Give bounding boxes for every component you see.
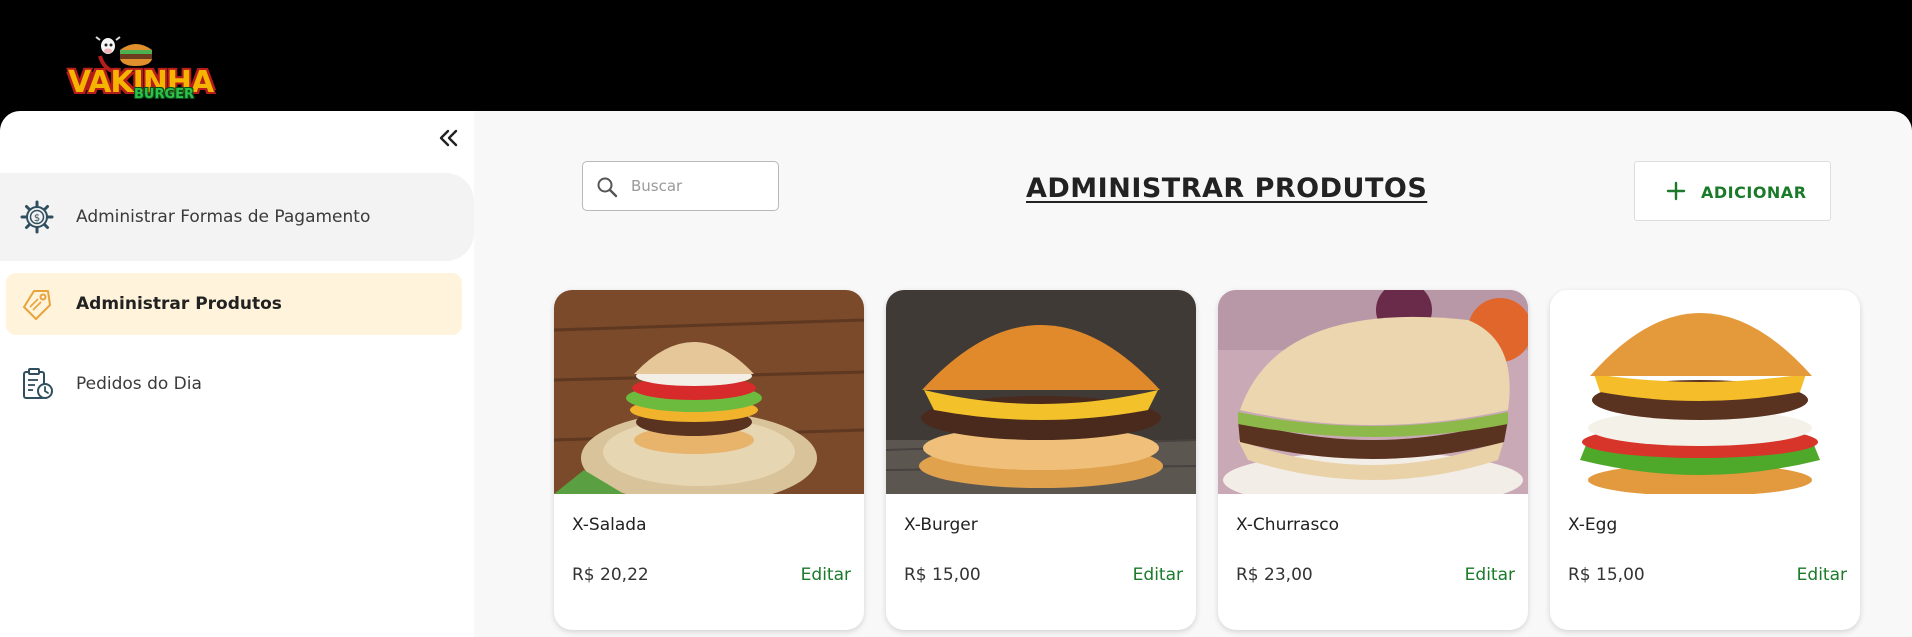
top-header: VAKINHA BURGER [0, 0, 1912, 111]
product-card: X-Burger R$ 15,00 Editar [886, 290, 1196, 630]
product-photo-x-churrasco [1218, 290, 1528, 494]
product-name: X-Churrasco [1236, 515, 1340, 535]
sidebar-item-label: Administrar Produtos [76, 294, 282, 314]
sidebar-item-daily-orders[interactable]: Pedidos do Dia [0, 351, 474, 417]
product-card: X-Egg R$ 15,00 Editar [1550, 290, 1860, 630]
brand-subtitle: BURGER [134, 87, 195, 102]
edit-product-button[interactable]: Editar [1797, 565, 1847, 585]
edit-product-button[interactable]: Editar [1465, 565, 1515, 585]
product-price: R$ 23,00 [1236, 565, 1313, 585]
sidebar-item-label: Pedidos do Dia [76, 374, 202, 394]
svg-text:$: $ [34, 213, 40, 224]
edit-product-button[interactable]: Editar [1133, 565, 1183, 585]
product-photo-x-burger [886, 290, 1196, 494]
product-tag-icon [23, 290, 51, 320]
collapse-sidebar-button[interactable] [436, 125, 462, 151]
main-content: ADMINISTRAR PRODUTOS ADICIONAR X-Salada … [474, 111, 1912, 637]
search-icon [597, 177, 618, 198]
add-product-button[interactable]: ADICIONAR [1634, 161, 1831, 221]
add-button-label: ADICIONAR [1701, 183, 1807, 202]
orders-clipboard-icon [23, 368, 53, 399]
sidebar-item-products[interactable]: Administrar Produtos [6, 273, 462, 335]
product-name: X-Burger [904, 515, 978, 535]
sidebar-item-payment-methods[interactable]: $ Administrar Formas de Pagamento [0, 173, 474, 261]
product-price: R$ 15,00 [904, 565, 981, 585]
product-card: X-Churrasco R$ 23,00 Editar [1218, 290, 1528, 630]
brand-logo[interactable]: VAKINHA BURGER [66, 36, 214, 102]
sidebar-item-label: Administrar Formas de Pagamento [76, 207, 371, 227]
search-box[interactable] [582, 161, 779, 211]
product-photo-x-egg [1550, 290, 1860, 494]
product-price: R$ 20,22 [572, 565, 649, 585]
product-name: X-Salada [572, 515, 647, 535]
product-name: X-Egg [1568, 515, 1618, 535]
page-title: ADMINISTRAR PRODUTOS [1026, 173, 1428, 204]
payment-gear-icon: $ [20, 200, 54, 234]
product-photo-x-salada [554, 290, 864, 494]
edit-product-button[interactable]: Editar [801, 565, 851, 585]
search-input[interactable] [631, 174, 771, 198]
product-card: X-Salada R$ 20,22 Editar [554, 290, 864, 630]
plus-icon [1666, 181, 1686, 201]
double-chevron-left-icon [439, 129, 458, 147]
product-price: R$ 15,00 [1568, 565, 1645, 585]
sidebar: $ Administrar Formas de Pagamento Admini… [0, 111, 474, 637]
